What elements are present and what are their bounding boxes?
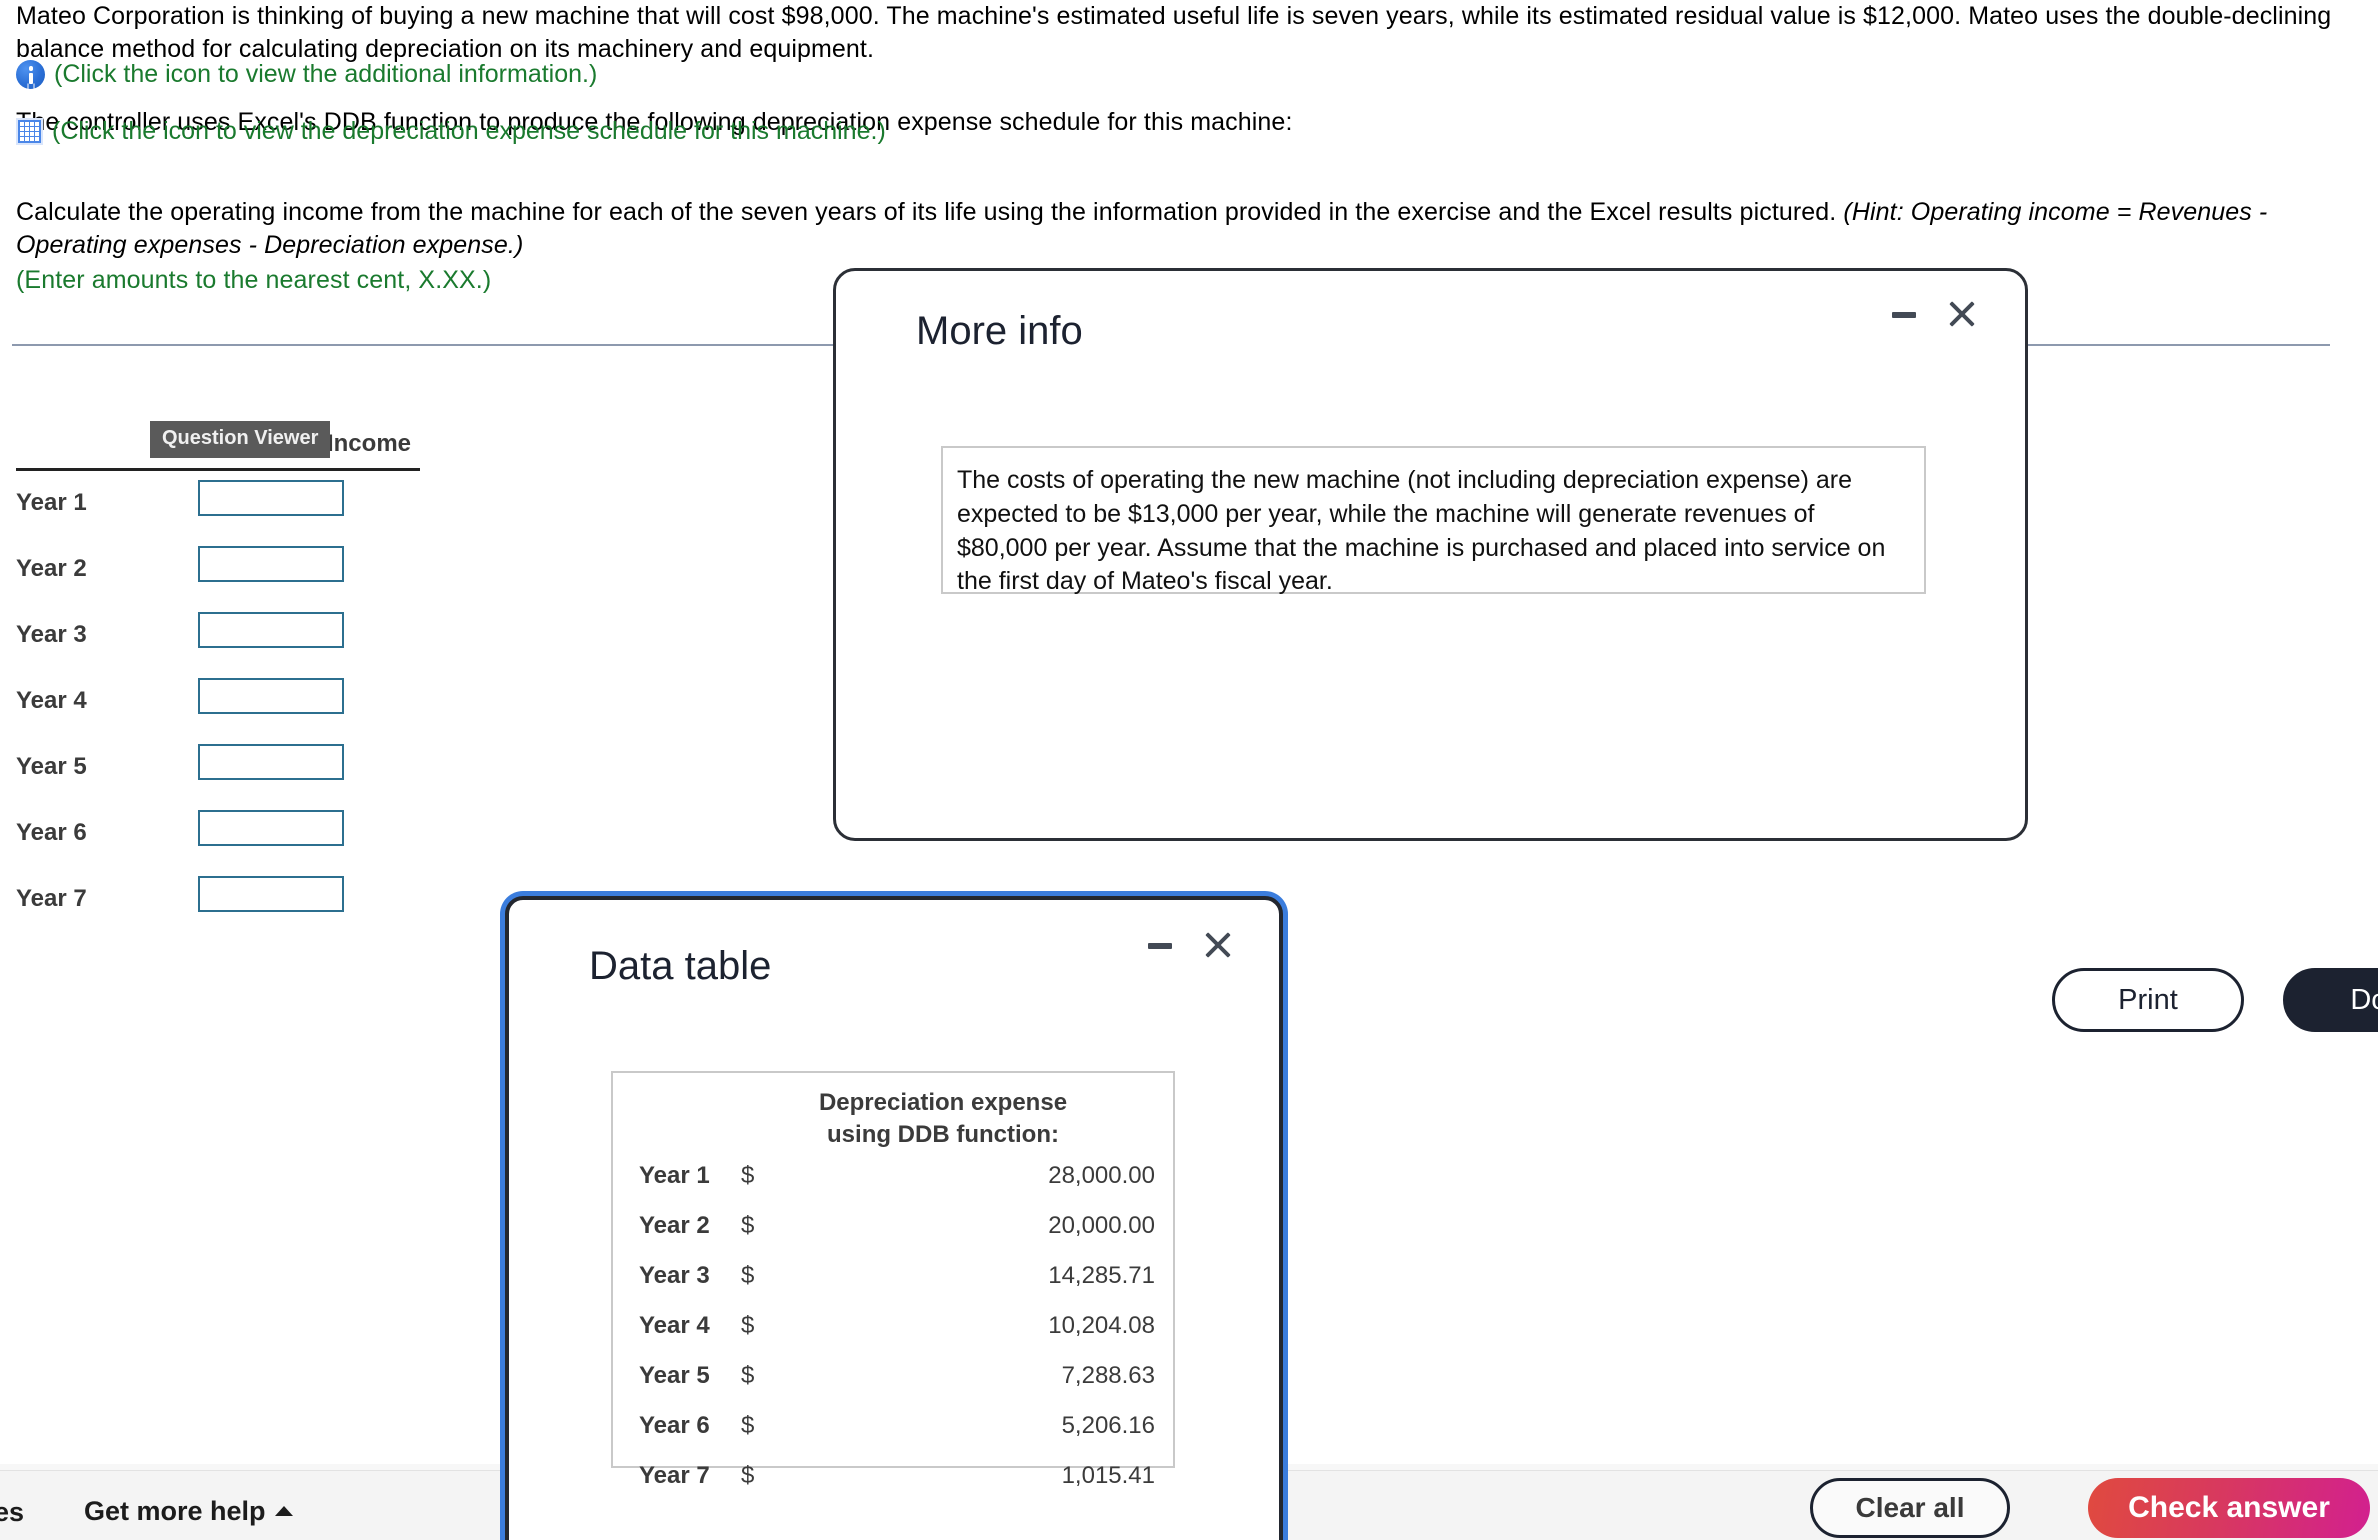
row-amount: 28,000.00 [1048, 1162, 1155, 1189]
row-amount: 10,204.08 [1048, 1312, 1155, 1339]
more-info-window-controls [1889, 297, 1979, 331]
depreciation-header-line-2: using DDB function: [827, 1120, 1059, 1148]
print-button[interactable]: Print [2052, 968, 2244, 1032]
more-info-body: The costs of operating the new machine (… [941, 446, 1926, 595]
depreciation-table-header: Depreciation expense using DDB function: [723, 1087, 1163, 1151]
bottom-bar-truncated-label: es [0, 1497, 25, 1527]
depreciation-schedule-table: Depreciation expense using DDB function:… [611, 1071, 1177, 1489]
table-row: Year 2 $ 20,000.00 [613, 1212, 1177, 1245]
table-row: Year 3 $ 14,285.71 [613, 1262, 1177, 1295]
table-row: Year 1 $ 28,000.00 [613, 1162, 1177, 1195]
done-button[interactable]: Done [2283, 968, 2378, 1032]
row-year-label: Year 1 [639, 1162, 710, 1189]
table-row: Year 6 $ 5,206.16 [613, 1412, 1177, 1445]
minimize-icon[interactable] [1145, 930, 1175, 960]
operating-income-input-year-7[interactable] [198, 876, 344, 912]
answer-row: Year 4 [0, 678, 430, 728]
clear-all-button[interactable]: Clear all [1810, 1478, 2010, 1538]
instruction-text: Calculate the operating income from the … [16, 198, 1837, 226]
check-answer-button[interactable]: Check answer [2088, 1478, 2370, 1538]
answer-row-label: Year 2 [16, 555, 87, 582]
table-row: Year 5 $ 7,288.63 [613, 1362, 1177, 1395]
minimize-icon[interactable] [1889, 299, 1919, 329]
rounding-note: (Enter amounts to the nearest cent, X.XX… [16, 266, 492, 294]
data-table-title: Data table [589, 944, 772, 988]
row-currency-symbol: $ [741, 1412, 755, 1439]
answer-row: Year 3 [0, 612, 430, 662]
row-amount: 20,000.00 [1048, 1212, 1155, 1239]
row-amount: 5,206.16 [1061, 1412, 1155, 1439]
more-info-link-row[interactable]: (Click the icon to view the additional i… [16, 60, 597, 89]
info-icon[interactable] [16, 60, 45, 89]
operating-income-input-year-2[interactable] [198, 546, 344, 582]
row-currency-symbol: $ [741, 1362, 755, 1389]
row-currency-symbol: $ [741, 1262, 755, 1289]
answer-row-label: Year 7 [16, 885, 87, 912]
table-row: Year 7 $ 1,015.41 [613, 1462, 1177, 1495]
row-currency-symbol: $ [741, 1212, 755, 1239]
operating-income-input-year-1[interactable] [198, 480, 344, 516]
question-viewer-tooltip: Question Viewer [150, 421, 331, 458]
answer-row-label: Year 5 [16, 753, 87, 780]
answer-row: Year 7 [0, 876, 430, 926]
close-icon[interactable] [1945, 297, 1979, 331]
answer-row: Year 5 [0, 744, 430, 794]
data-table-window-controls [1145, 928, 1235, 962]
question-instruction: Calculate the operating income from the … [16, 196, 2368, 262]
spreadsheet-icon[interactable] [16, 118, 43, 145]
operating-income-input-year-5[interactable] [198, 744, 344, 780]
more-info-dialog: More info The costs of operating the new… [833, 268, 2378, 1032]
data-table-link-label[interactable]: (Click the icon to view the depreciation… [52, 117, 886, 146]
row-year-label: Year 7 [639, 1462, 710, 1489]
row-year-label: Year 3 [639, 1262, 710, 1289]
operating-income-input-year-4[interactable] [198, 678, 344, 714]
more-info-title: More info [916, 309, 1083, 353]
answer-header-rule [16, 468, 420, 471]
question-viewer-page: Mateo Corporation is thinking of buying … [0, 0, 2378, 1540]
row-currency-symbol: $ [741, 1462, 755, 1489]
answer-row-label: Year 6 [16, 819, 87, 846]
answer-row-label: Year 4 [16, 687, 87, 714]
answer-row: Year 6 [0, 810, 430, 860]
row-currency-symbol: $ [741, 1162, 755, 1189]
operating-income-input-year-6[interactable] [198, 810, 344, 846]
question-paragraph-1: Mateo Corporation is thinking of buying … [16, 2, 2332, 63]
answer-row: Year 1 [0, 480, 430, 530]
chevron-up-icon [274, 1505, 293, 1516]
close-icon[interactable] [1201, 928, 1235, 962]
row-amount: 1,015.41 [1061, 1462, 1155, 1489]
row-year-label: Year 6 [639, 1412, 710, 1439]
answer-row-label: Year 1 [16, 489, 87, 516]
data-table-link-row[interactable]: (Click the icon to view the depreciation… [16, 117, 886, 146]
row-year-label: Year 4 [639, 1312, 710, 1339]
row-currency-symbol: $ [741, 1312, 755, 1339]
answer-row: Year 2 [0, 546, 430, 596]
get-more-help-button[interactable]: Get more help [84, 1496, 293, 1527]
row-amount: 14,285.71 [1048, 1262, 1155, 1289]
table-row: Year 4 $ 10,204.08 [613, 1312, 1177, 1345]
depreciation-header-line-1: Depreciation expense [818, 1089, 1068, 1116]
row-amount: 7,288.63 [1061, 1362, 1155, 1389]
data-table-dialog: Data table Depreciation expense using DD… [505, 896, 1283, 1540]
get-more-help-label: Get more help [84, 1496, 266, 1526]
operating-income-input-year-3[interactable] [198, 612, 344, 648]
row-year-label: Year 5 [639, 1362, 710, 1389]
more-info-link-label[interactable]: (Click the icon to view the additional i… [54, 60, 597, 89]
row-year-label: Year 2 [639, 1212, 710, 1239]
answer-row-label: Year 3 [16, 621, 87, 648]
